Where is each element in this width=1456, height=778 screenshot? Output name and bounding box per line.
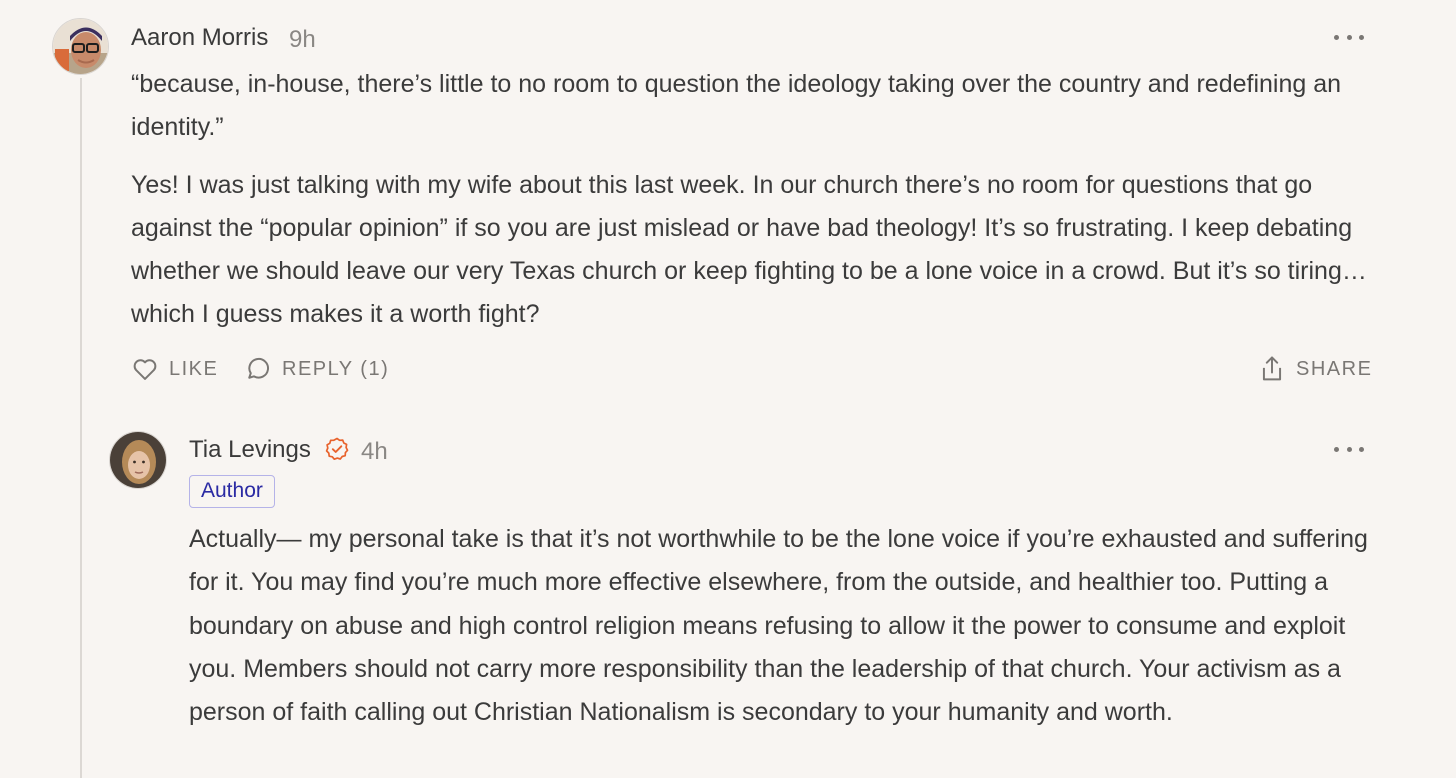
reply-label: REPLY (1)	[282, 357, 390, 380]
reply-timestamp[interactable]: 4h	[361, 438, 388, 466]
more-options-icon[interactable]	[1334, 27, 1364, 47]
share-button[interactable]: SHARE	[1258, 354, 1372, 384]
more-options-icon[interactable]	[1334, 439, 1364, 459]
share-label: SHARE	[1296, 357, 1373, 380]
comment-timestamp[interactable]: 9h	[289, 26, 316, 54]
avatar[interactable]	[109, 431, 167, 489]
comment-bubble-icon	[248, 357, 270, 379]
thread-line	[80, 78, 82, 778]
reply-paragraph: Actually— my personal take is that it’s …	[189, 525, 1368, 727]
comment-body: “because, in-house, there’s little to no…	[131, 63, 1371, 337]
author-badge: Author	[189, 475, 275, 508]
verified-badge-icon	[325, 437, 349, 461]
like-label: LIKE	[169, 357, 219, 380]
share-icon	[1262, 356, 1282, 381]
avatar[interactable]	[52, 18, 109, 75]
reply-author-name[interactable]: Tia Levings	[189, 436, 311, 464]
reply-button[interactable]: REPLY (1)	[244, 355, 389, 383]
heart-icon	[133, 359, 157, 380]
like-button[interactable]: LIKE	[131, 355, 218, 383]
comment-paragraph: Yes! I was just talking with my wife abo…	[131, 170, 1367, 329]
comment-author-name[interactable]: Aaron Morris	[131, 24, 268, 52]
comment-quote: “because, in-house, there’s little to no…	[131, 70, 1342, 142]
reply-body: Actually— my personal take is that it’s …	[189, 518, 1389, 734]
